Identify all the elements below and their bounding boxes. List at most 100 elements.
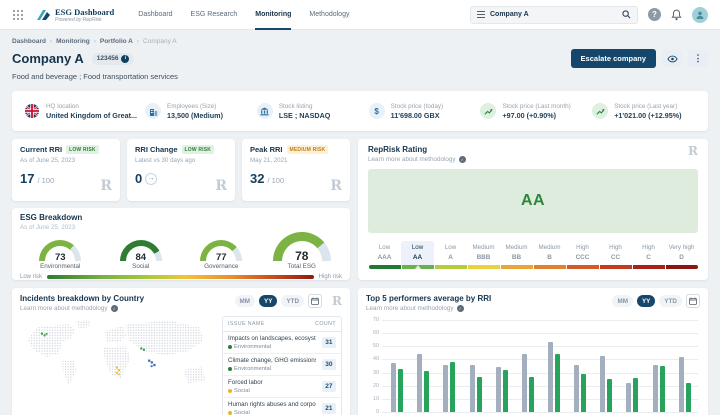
rating-scale-col-cc[interactable]: HighCC <box>599 241 632 269</box>
bar-group-3[interactable] <box>443 362 455 412</box>
bar-series-green[interactable] <box>529 377 534 412</box>
issue-table-row[interactable]: Human rights abuses and corporate co...S… <box>223 398 341 415</box>
bar-series-gray[interactable] <box>653 365 658 412</box>
info-value: United Kingdom of Great... <box>46 111 137 120</box>
bar-series-green[interactable] <box>607 379 612 412</box>
bar-group-9[interactable] <box>600 356 612 413</box>
bar-group-1[interactable] <box>391 363 403 412</box>
rating-scale-col-b[interactable]: MediumB <box>533 241 566 269</box>
company-id-badge[interactable]: 123456 i <box>92 53 135 65</box>
nav-item-dashboard[interactable]: Dashboard <box>138 0 172 30</box>
rating-scale-col-d[interactable]: Very highD <box>665 241 698 269</box>
bar-group-11[interactable] <box>653 365 665 412</box>
bar-group-5[interactable] <box>496 367 508 412</box>
methodology-link[interactable]: Learn more about methodology i <box>20 305 144 312</box>
bar-series-green[interactable] <box>555 354 560 412</box>
bar-series-green[interactable] <box>686 383 691 412</box>
bar-series-gray[interactable] <box>548 342 553 412</box>
global-search[interactable] <box>470 6 638 24</box>
rating-scale-col-a[interactable]: LowA <box>434 241 467 269</box>
bar-series-green[interactable] <box>450 362 455 412</box>
bar-group-10[interactable] <box>626 378 638 412</box>
bar-series-gray[interactable] <box>496 367 501 412</box>
trend-up-icon <box>480 103 496 119</box>
help-icon[interactable]: ? <box>648 8 661 21</box>
nav-item-monitoring[interactable]: Monitoring <box>255 0 291 30</box>
rating-scale-col-ccc[interactable]: HighCCC <box>566 241 599 269</box>
search-filter-icon[interactable] <box>477 11 485 18</box>
bar-group-7[interactable] <box>548 342 560 412</box>
category-dot-icon <box>228 389 232 393</box>
bar-series-gray[interactable] <box>443 365 448 412</box>
rating-risk-label: High <box>566 244 599 251</box>
breadcrumb-portfolio-a[interactable]: Portfolio A <box>100 38 133 45</box>
toggle-yy[interactable]: YY <box>637 295 655 307</box>
rating-scale-segment <box>633 265 665 269</box>
toggle-mm[interactable]: MM <box>612 295 633 307</box>
search-icon[interactable] <box>622 10 631 19</box>
bar-series-gray[interactable] <box>391 363 396 412</box>
bar-series-gray[interactable] <box>679 357 684 412</box>
more-options-button[interactable]: ⋮ <box>688 50 708 67</box>
bar-series-gray[interactable] <box>417 354 422 412</box>
calendar-button[interactable] <box>686 294 700 308</box>
rating-scale-col-c[interactable]: HighC <box>632 241 665 269</box>
escalate-company-button[interactable]: Escalate company <box>571 49 656 68</box>
rating-scale-col-aa[interactable]: LowAA <box>401 241 434 269</box>
brand-logo[interactable]: ESG Dashboard Powered by RepRisk <box>36 7 114 23</box>
methodology-link[interactable]: Learn more about methodology i <box>366 305 491 312</box>
search-input[interactable] <box>490 11 617 18</box>
watch-eye-button[interactable] <box>662 50 682 67</box>
esg-breakdown-card: ESG Breakdown As of June 25, 2023 73 Env… <box>12 208 350 280</box>
notifications-bell-icon[interactable] <box>671 9 682 21</box>
breadcrumb-dashboard[interactable]: Dashboard <box>12 38 46 45</box>
bar-series-green[interactable] <box>633 378 638 412</box>
peak-rri-card: Peak RRI MEDIUM RISK May 21, 2021 32 / 1… <box>242 139 350 201</box>
app-launcher-icon[interactable] <box>12 8 26 22</box>
rating-scale-col-bb[interactable]: MediumBB <box>500 241 533 269</box>
y-axis-tick-label: 70 <box>366 317 379 323</box>
bar-group-4[interactable] <box>470 365 482 412</box>
nav-item-methodology[interactable]: Methodology <box>309 0 349 30</box>
card-title: Incidents breakdown by Country <box>20 294 144 303</box>
toggle-ytd[interactable]: YTD <box>659 295 682 307</box>
bar-group-12[interactable] <box>679 357 691 412</box>
toggle-yy[interactable]: YY <box>259 295 277 307</box>
issue-table-row[interactable]: Forced laborSocial27 <box>223 376 341 398</box>
user-avatar[interactable] <box>692 7 708 23</box>
bar-series-green[interactable] <box>660 366 665 412</box>
y-axis-tick-label: 20 <box>366 383 379 389</box>
bar-series-gray[interactable] <box>574 365 579 412</box>
bar-series-gray[interactable] <box>626 383 631 412</box>
world-incidents-map[interactable] <box>20 316 216 415</box>
calendar-button[interactable] <box>308 294 322 308</box>
bar-series-green[interactable] <box>424 371 429 412</box>
map-cluster-central-asia[interactable] <box>148 360 155 368</box>
bar-series-green[interactable] <box>581 374 586 412</box>
issue-table-row[interactable]: Climate change, GHG emissions, and gl...… <box>223 354 341 376</box>
issue-count-badge: 30 <box>322 359 336 370</box>
rating-scale-col-bbb[interactable]: MediumBBB <box>467 241 500 269</box>
page-title: Company A <box>12 51 84 66</box>
company-header: Company A 123456 i Escalate company ⋮ <box>12 49 708 68</box>
bar-series-green[interactable] <box>477 377 482 412</box>
issue-table-row[interactable]: Impacts on landscapes, ecosystems an...E… <box>223 332 341 354</box>
bar-group-2[interactable] <box>417 354 429 412</box>
rating-scale-col-aaa[interactable]: LowAAA <box>368 241 401 269</box>
nav-item-esg-research[interactable]: ESG Research <box>191 0 238 30</box>
bar-group-6[interactable] <box>522 354 534 412</box>
bar-series-gray[interactable] <box>600 356 605 413</box>
bar-series-gray[interactable] <box>470 365 475 412</box>
methodology-link[interactable]: Learn more about methodology i <box>368 156 466 163</box>
rri-suffix: / 100 <box>37 176 54 185</box>
toggle-mm[interactable]: MM <box>235 295 256 307</box>
toggle-ytd[interactable]: YTD <box>281 295 304 307</box>
bar-series-gray[interactable] <box>522 354 527 412</box>
bar-group-8[interactable] <box>574 365 586 412</box>
bar-series-green[interactable] <box>503 370 508 412</box>
breadcrumb-monitoring[interactable]: Monitoring <box>56 38 90 45</box>
issue-count-badge: 27 <box>322 381 336 392</box>
low-risk-label: Low risk <box>20 274 42 280</box>
bar-series-green[interactable] <box>398 369 403 412</box>
y-axis-tick-label: 40 <box>366 356 379 362</box>
